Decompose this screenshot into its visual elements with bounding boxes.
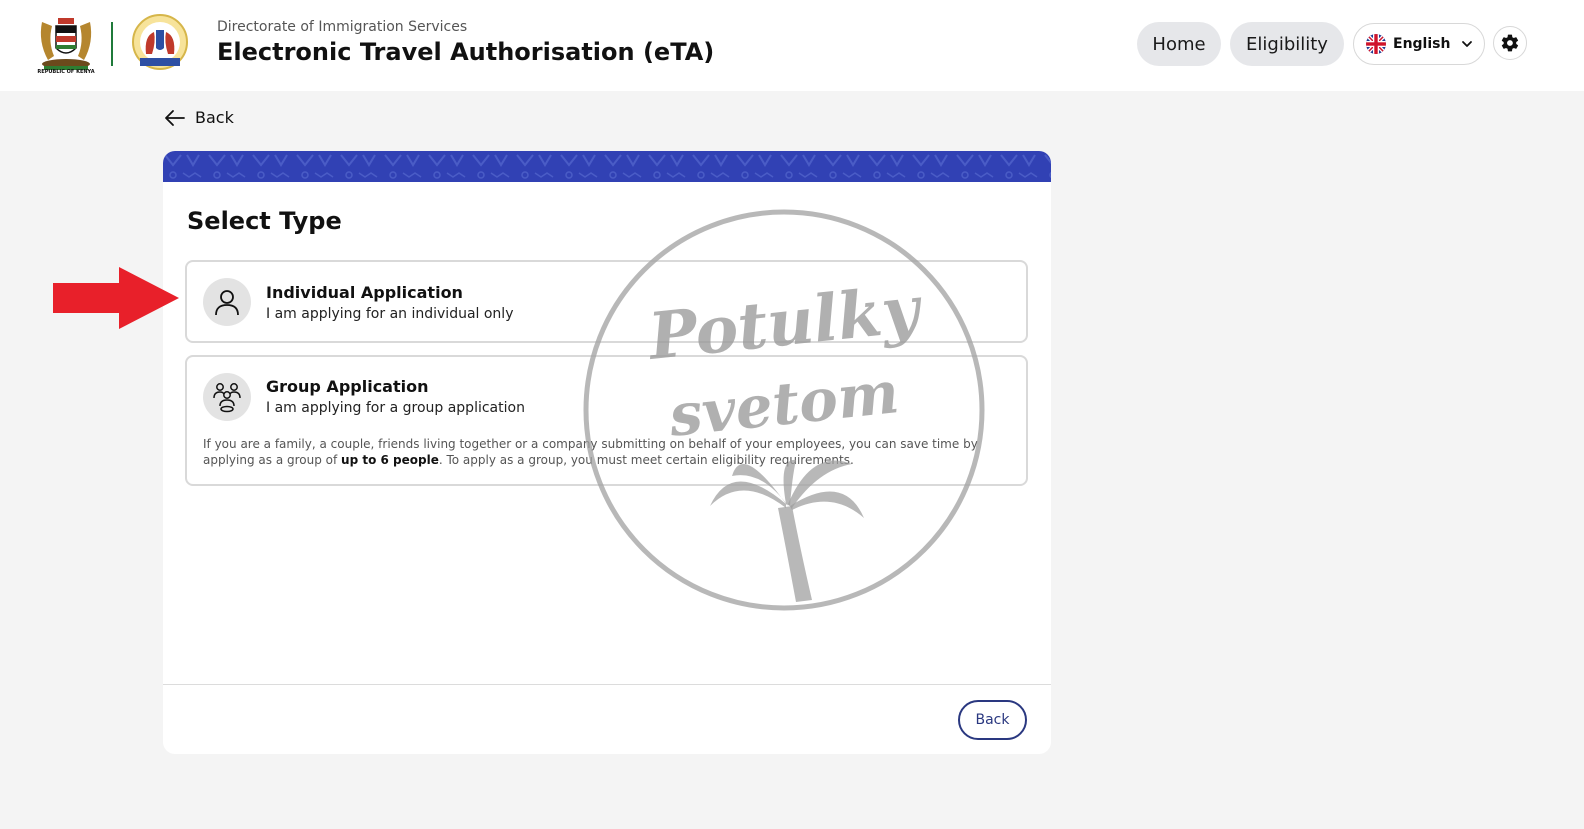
nav-home-button[interactable]: Home bbox=[1137, 22, 1221, 66]
card-title: Select Type bbox=[187, 207, 342, 235]
language-label: English bbox=[1393, 36, 1451, 52]
kenya-coat-of-arms-logo: REPUBLIC OF KENYA bbox=[34, 12, 98, 78]
header-subtitle: Directorate of Immigration Services bbox=[217, 19, 468, 35]
immigration-services-logo bbox=[128, 14, 192, 74]
uk-flag-icon bbox=[1366, 34, 1386, 54]
select-type-card: Select Type Individual Application I am … bbox=[163, 151, 1051, 754]
group-option-note: If you are a family, a couple, friends l… bbox=[203, 436, 1003, 468]
individual-application-option[interactable]: Individual Application I am applying for… bbox=[185, 260, 1028, 343]
red-pointer-arrow bbox=[53, 267, 179, 329]
arrow-left-icon bbox=[165, 109, 185, 126]
group-option-title: Group Application bbox=[266, 377, 429, 396]
nav-eligibility-button[interactable]: Eligibility bbox=[1230, 22, 1344, 66]
footer-back-button[interactable]: Back bbox=[958, 700, 1027, 740]
language-select[interactable]: English bbox=[1353, 23, 1485, 65]
coat-of-arms-caption: REPUBLIC OF KENYA bbox=[37, 69, 95, 75]
card-banner bbox=[163, 151, 1051, 182]
person-icon bbox=[203, 278, 251, 326]
logo-divider bbox=[111, 22, 113, 66]
back-link[interactable]: Back bbox=[164, 108, 234, 127]
site-header: REPUBLIC OF KENYA Directorate of Immigra… bbox=[0, 0, 1584, 91]
chevron-down-icon bbox=[1462, 41, 1473, 47]
card-footer-divider bbox=[163, 684, 1051, 685]
group-note-text-end: . To apply as a group, you must meet cer… bbox=[438, 453, 854, 467]
header-title: Electronic Travel Authorisation (eTA) bbox=[217, 38, 715, 66]
individual-option-description: I am applying for an individual only bbox=[266, 306, 514, 322]
back-link-label: Back bbox=[195, 108, 234, 127]
group-icon bbox=[203, 373, 251, 421]
settings-button[interactable] bbox=[1493, 26, 1527, 60]
group-option-description: I am applying for a group application bbox=[266, 400, 525, 416]
gear-icon bbox=[1501, 34, 1519, 52]
group-application-option[interactable]: Group Application I am applying for a gr… bbox=[185, 355, 1028, 486]
group-note-max-people: up to 6 people bbox=[341, 453, 439, 467]
individual-option-title: Individual Application bbox=[266, 283, 463, 302]
